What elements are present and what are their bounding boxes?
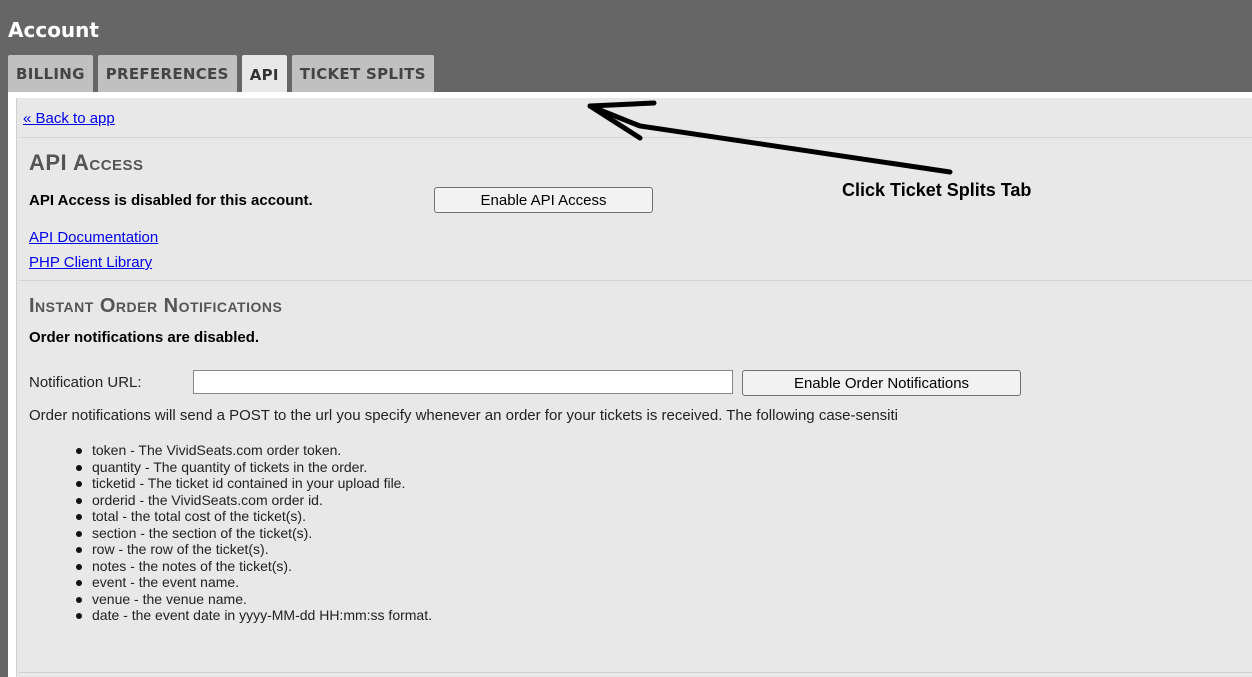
arrow-icon	[587, 100, 953, 175]
annotation-text: Click Ticket Splits Tab	[842, 180, 1032, 200]
